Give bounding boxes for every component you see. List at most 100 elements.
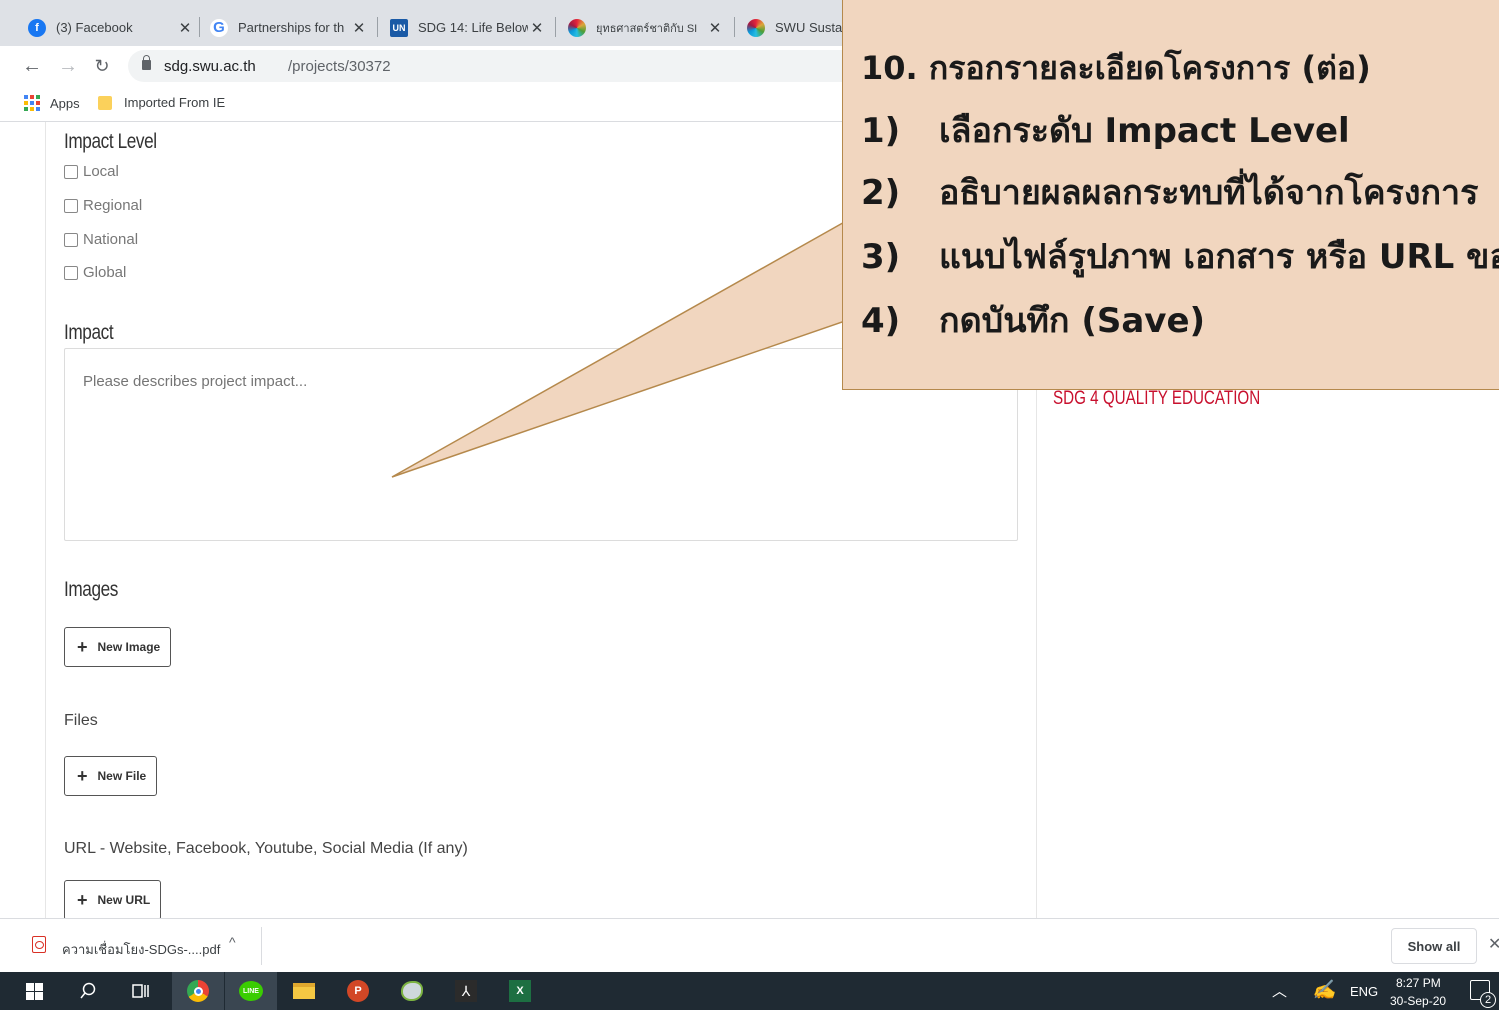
plus-icon: + [77,636,88,657]
tab-partnerships[interactable]: G Partnerships for th ✕ [210,9,374,46]
sdg-wheel-icon [747,18,765,37]
tab-national-strategy[interactable]: ยุทธศาสตร์ชาติกับ SI ✕ [568,9,730,46]
tab-separator [734,17,735,37]
impact-heading: Impact [64,321,114,344]
sdg-tag-label[interactable]: SDG 4 QUALITY EDUCATION [1053,388,1260,410]
new-image-button[interactable]: + New Image [64,627,172,667]
un-icon: UN [390,18,408,37]
file-explorer-icon [293,983,315,999]
url-domain: sdg.swu.ac.th [164,58,256,75]
tab-title: Partnerships for th [238,20,345,35]
impact-level-option-global[interactable]: Global [64,264,126,281]
plus-icon: + [77,765,88,786]
checkbox-label: Local [83,163,119,180]
close-tab-icon[interactable]: ✕ [176,19,194,37]
impact-level-heading: Impact Level [64,130,157,153]
instruction-callout: 10. กรอกรายละเอียดโครงการ (ต่อ) 1) เลือกร… [842,0,1499,390]
checkbox-label: Global [83,264,127,281]
url-heading: URL - Website, Facebook, Youtube, Social… [64,840,468,857]
google-icon: G [210,18,228,37]
line-app-icon: LINE [239,981,263,1001]
step-text: กดบันทึก (Save) [939,301,1206,341]
checkbox[interactable] [64,164,78,179]
bookmark-label: Apps [50,95,80,111]
facebook-icon: f [28,18,46,37]
clock-time[interactable]: 8:27 PM [1396,976,1441,990]
new-url-button[interactable]: + New URL [64,880,162,918]
tab-title: ยุทธศาสตร์ชาติกับ SI [596,22,698,35]
taskbar-chrome[interactable] [172,972,224,1010]
bookmark-apps[interactable]: Apps [24,95,80,111]
excel-icon: X [509,980,531,1002]
button-label: New File [97,769,147,783]
callout-step-3: 3) แนบไฟล์รูปภาพ เอกสาร หรือ URL ของ [861,229,1499,283]
bookmark-imported-folder[interactable]: Imported From IE [98,95,225,110]
checkbox[interactable] [64,232,78,247]
tab-facebook[interactable]: f (3) Facebook ✕ [28,9,200,46]
start-button[interactable] [8,972,60,1010]
pen-icon[interactable]: ✍ [1312,978,1336,1002]
search-button[interactable] [62,972,114,1010]
forward-arrow-icon[interactable]: → [56,54,80,78]
impact-level-option-local[interactable]: Local [64,163,119,180]
task-view-button[interactable] [114,972,166,1010]
tab-separator [377,17,378,37]
tab-separator [555,17,556,37]
tab-sdg14[interactable]: UN SDG 14: Life Below ✕ [390,9,552,46]
step-text: แนบไฟล์รูปภาพ เอกสาร หรือ URL ของ [939,237,1499,277]
bookmark-label: Imported From IE [124,95,226,110]
close-icon[interactable]: ✕ [1488,934,1499,954]
downloads-separator [261,927,262,965]
close-tab-icon[interactable]: ✕ [528,19,546,37]
sdg-wheel-icon [568,18,586,37]
reload-icon[interactable]: ↻ [90,54,114,78]
taskbar-acrobat[interactable]: ⅄ [440,972,492,1010]
checkbox-label: National [83,231,139,248]
tab-separator [199,17,200,37]
callout-step-2: 2) อธิบายผลผลกระทบที่ได้จากโครงการ [861,165,1478,219]
apps-grid-icon [24,95,40,111]
language-indicator[interactable]: ENG [1350,984,1378,999]
tab-swu-sustainability[interactable]: SWU Sustai [747,9,847,46]
pdf-file-icon [32,936,46,953]
download-filename[interactable]: ความเชื่อมโยง-SDGs-....pdf [62,939,220,960]
address-bar[interactable]: sdg.swu.ac.th /projects/30372 [128,50,888,82]
new-file-button[interactable]: + New File [64,756,158,796]
checkbox[interactable] [64,265,78,280]
callout-title: 10. กรอกรายละเอียดโครงการ (ต่อ) [861,49,1371,87]
plus-icon: + [77,889,88,910]
step-number: 3) [861,237,901,277]
files-heading: Files [64,712,98,729]
checkbox[interactable] [64,198,78,213]
tab-title: (3) Facebook [56,20,133,35]
close-tab-icon[interactable]: ✕ [706,19,724,37]
taskbar-line[interactable]: LINE [225,972,277,1010]
folder-icon [98,95,112,110]
button-label: New Image [97,640,161,654]
checkbox-label: Regional [83,197,143,214]
tab-title: SWU Sustai [775,20,846,35]
back-arrow-icon[interactable]: ← [20,54,44,78]
step-number: 2) [861,173,901,213]
chrome-icon [187,980,209,1002]
chevron-up-icon[interactable]: ︿ [1272,980,1287,1001]
taskbar-powerpoint[interactable]: P [332,972,384,1010]
taskbar-file-explorer[interactable] [278,972,330,1010]
show-all-button[interactable]: Show all [1391,928,1477,964]
lock-icon [142,55,151,70]
powerpoint-icon: P [347,980,369,1002]
taskbar-excel[interactable]: X [494,972,546,1010]
impact-level-option-regional[interactable]: Regional [64,197,142,214]
chevron-up-icon[interactable]: ^ [229,934,236,950]
impact-level-option-national[interactable]: National [64,231,138,248]
step-text: เลือกระดับ Impact Level [939,111,1350,151]
notification-count-badge: 2 [1480,992,1496,1008]
clock-date[interactable]: 30-Sep-20 [1390,994,1446,1008]
close-tab-icon[interactable]: ✕ [350,19,368,37]
windows-logo-icon [25,982,43,1000]
step-text: อธิบายผลผลกระทบที่ได้จากโครงการ [939,173,1479,213]
callout-step-4: 4) กดบันทึก (Save) [861,293,1205,347]
url-path: /projects/30372 [288,58,391,75]
paint-icon [401,981,423,1001]
taskbar-paint[interactable] [386,972,438,1010]
